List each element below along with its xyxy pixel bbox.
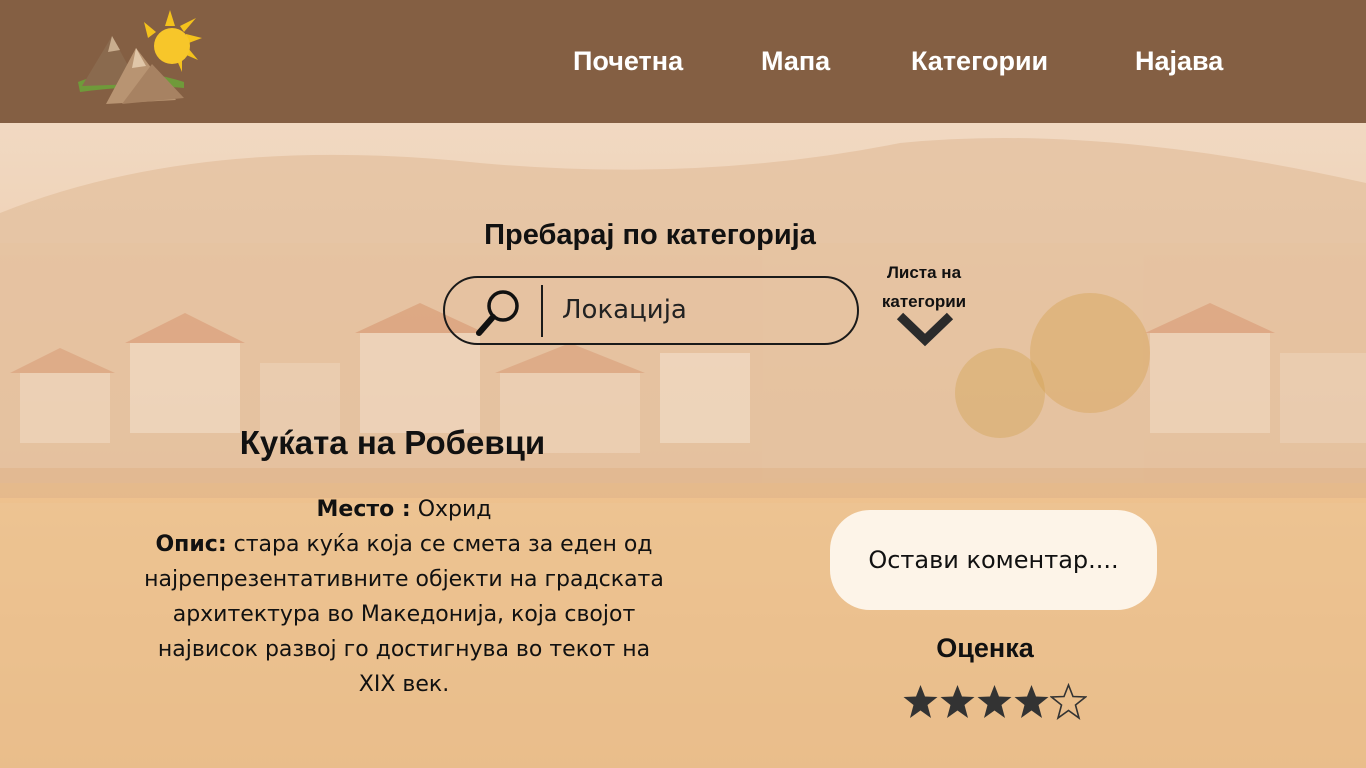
place-title: Куќата на Робевци <box>239 424 546 461</box>
place-details: Место : Охрид Опис: стара куќа која се с… <box>140 492 668 702</box>
description-label: Опис: <box>155 532 227 557</box>
chevron-down-icon[interactable] <box>895 310 955 348</box>
mountain-sun-logo[interactable] <box>72 8 212 112</box>
rating-stars[interactable] <box>902 682 1088 723</box>
star-icon-filled[interactable] <box>939 683 976 721</box>
nav-login[interactable]: Најава <box>1135 46 1223 77</box>
place-description: Опис: стара куќа која се смета за еден о… <box>140 527 668 702</box>
category-list-toggle[interactable]: Листа на категории <box>862 258 986 316</box>
star-icon-filled[interactable] <box>902 683 939 721</box>
search-bar[interactable] <box>443 276 859 345</box>
place-location: Место : Охрид <box>140 492 668 527</box>
comment-input[interactable] <box>830 510 1157 610</box>
nav-map[interactable]: Мапа <box>761 46 830 77</box>
search-icon[interactable] <box>475 286 525 338</box>
location-value: Охрид <box>417 497 492 522</box>
nav-categories[interactable]: Категории <box>911 46 1048 77</box>
star-icon-filled[interactable] <box>1013 683 1050 721</box>
rating-label: Оценка <box>936 633 1034 663</box>
star-icon-empty[interactable] <box>1049 682 1088 721</box>
star-icon-filled[interactable] <box>976 683 1013 721</box>
search-divider <box>541 285 543 337</box>
nav-home[interactable]: Почетна <box>573 46 683 77</box>
search-input[interactable] <box>562 290 842 330</box>
top-navbar: Почетна Мапа Категории Најава <box>0 0 1366 123</box>
search-title: Пребарај по категорија <box>484 219 816 251</box>
location-label: Место : <box>316 497 411 522</box>
